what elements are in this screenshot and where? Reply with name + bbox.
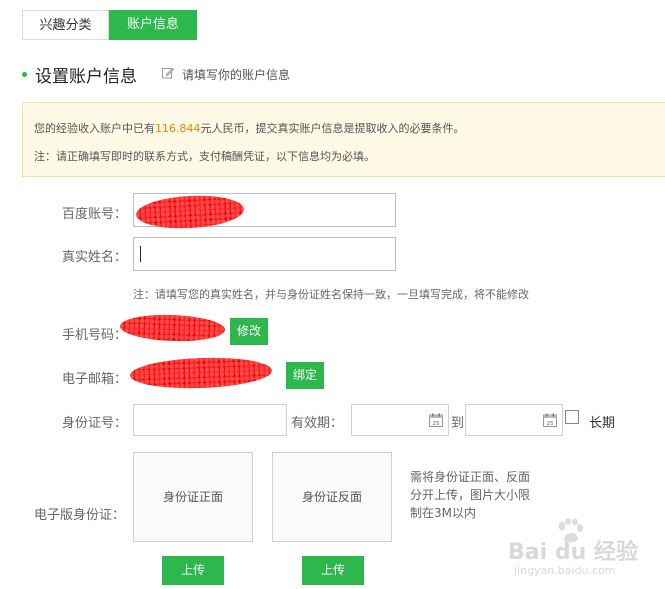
electronic-id-label: 电子版身份证： xyxy=(34,508,126,523)
baidu-account-label: 百度账号： xyxy=(62,207,128,222)
long-term-checkbox[interactable] xyxy=(565,410,579,424)
upload-note: 需将身份证正面、反面分开上传，图片大小限制在3M以内 xyxy=(410,470,531,520)
tab-account-info[interactable]: 账户信息 xyxy=(109,10,197,40)
notice-suffix: 元人民币，提交真实账户信息是提取收入的必要条件。 xyxy=(200,122,465,135)
validity-label: 有效期： xyxy=(291,416,344,431)
to-label: 到 xyxy=(451,416,465,431)
calendar-icon[interactable]: 25 xyxy=(429,413,443,427)
baidu-jingyan-watermark: Bai du 经验 jingyan.baidu.com xyxy=(508,518,658,584)
page-title: 设置账户信息 xyxy=(35,67,137,87)
watermark-url: jingyan.baidu.com xyxy=(514,564,616,577)
watermark-logo: Bai du 经验 xyxy=(508,540,638,565)
notice-box: 您的经验收入账户中已有116.844元人民币，提交真实账户信息是提取收入的必要条… xyxy=(22,102,665,177)
upload-back-button[interactable]: 上传 xyxy=(302,556,364,585)
text-caret xyxy=(140,246,141,262)
id-number-input[interactable] xyxy=(133,404,287,436)
phone-label: 手机号码： xyxy=(62,328,128,343)
email-label: 电子邮箱： xyxy=(62,372,128,387)
svg-text:25: 25 xyxy=(433,421,440,427)
validity-end-input[interactable]: 25 xyxy=(465,404,563,436)
edit-icon xyxy=(162,67,174,79)
id-front-upload-area[interactable]: 身份证正面 xyxy=(133,452,253,542)
id-number-label: 身份证号： xyxy=(62,416,128,431)
long-term-label: 长期 xyxy=(589,416,616,431)
real-name-label: 真实姓名： xyxy=(62,250,128,265)
notice-line-2: 注：请正确填写即时的联系方式，支付稿酬凭证，以下信息均为必填。 xyxy=(34,150,375,163)
svg-text:25: 25 xyxy=(547,421,554,427)
heading-bullet xyxy=(22,72,27,77)
calendar-icon[interactable]: 25 xyxy=(543,413,557,427)
id-back-upload-area[interactable]: 身份证反面 xyxy=(272,452,392,542)
modify-phone-button[interactable]: 修改 xyxy=(230,318,268,345)
real-name-note: 注：请填写您的真实姓名，并与身份证姓名保持一致，一旦填写完成，将不能修改 xyxy=(133,288,529,301)
validity-start-input[interactable]: 25 xyxy=(351,404,449,436)
bind-email-button[interactable]: 绑定 xyxy=(286,362,324,389)
redaction-scribble xyxy=(129,355,273,391)
heading-hint: 请填写你的账户信息 xyxy=(182,68,291,82)
tab-interest-category[interactable]: 兴趣分类 xyxy=(22,10,109,40)
real-name-input[interactable] xyxy=(133,237,396,271)
income-amount: 116.844 xyxy=(155,122,201,135)
redaction-scribble xyxy=(119,313,226,343)
notice-line-1: 您的经验收入账户中已有116.844元人民币，提交真实账户信息是提取收入的必要条… xyxy=(34,120,465,136)
upload-front-button[interactable]: 上传 xyxy=(162,556,224,585)
notice-prefix: 您的经验收入账户中已有 xyxy=(34,122,155,135)
